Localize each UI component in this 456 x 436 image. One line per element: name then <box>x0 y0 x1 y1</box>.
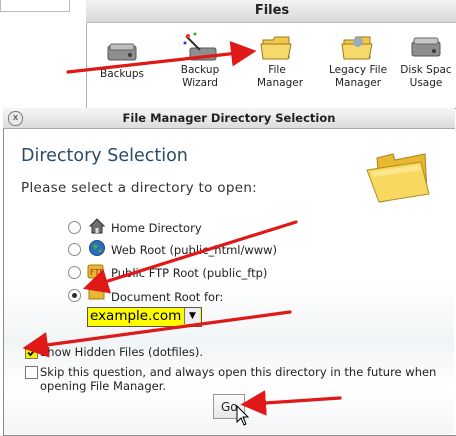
annotation-arrows <box>22 41 342 416</box>
arrow-to-document-root <box>82 220 298 294</box>
arrow-to-go <box>240 390 342 416</box>
arrow-to-show-hidden <box>22 310 292 358</box>
arrow-to-file-manager <box>66 41 257 74</box>
